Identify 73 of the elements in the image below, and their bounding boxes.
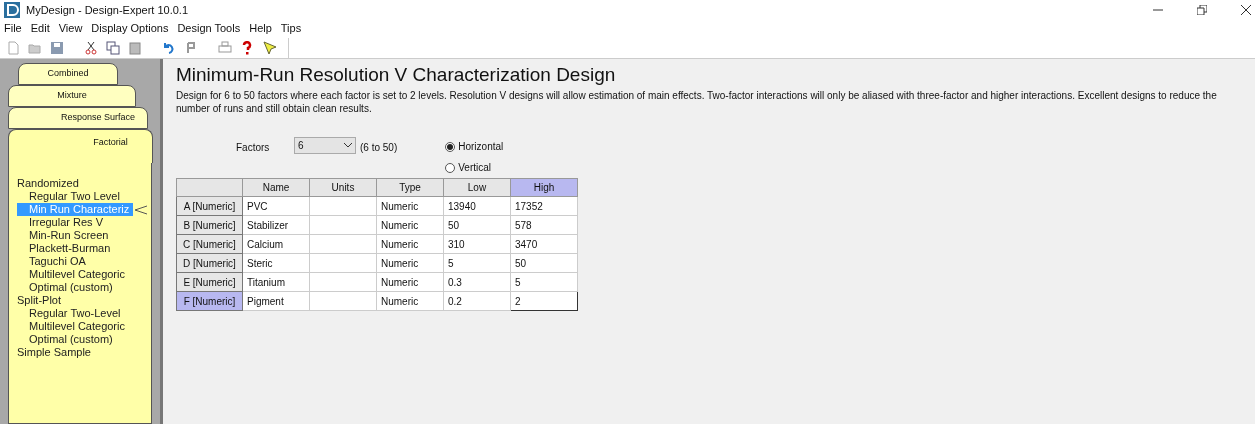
copy-icon[interactable] bbox=[106, 40, 120, 55]
table-cell: 0.3 bbox=[443, 272, 511, 292]
close-icon[interactable] bbox=[1241, 5, 1251, 15]
table-cell: 0.2 bbox=[443, 291, 511, 311]
radio-button[interactable]: Horizontal bbox=[445, 139, 504, 154]
table-cell: 50 bbox=[510, 253, 578, 273]
sidebar-item[interactable]: Irregular Res V bbox=[17, 216, 149, 229]
sidebar-item[interactable]: Randomized bbox=[17, 177, 149, 190]
corner-header bbox=[176, 178, 243, 197]
window-title: MyDesign - Design-Expert 10.0.1 bbox=[26, 2, 188, 18]
table-cell: Numeric bbox=[376, 196, 444, 216]
table-cell: PVC bbox=[242, 196, 310, 216]
table-cell: Numeric bbox=[376, 253, 444, 273]
table-cell: Numeric bbox=[376, 234, 444, 254]
table-cell: 310 bbox=[443, 234, 511, 254]
sidebar-item[interactable]: Optimal (custom) bbox=[17, 281, 149, 294]
column-header[interactable]: Name bbox=[242, 178, 310, 197]
tab[interactable]: Mixture bbox=[8, 85, 136, 107]
sidebar-item[interactable]: Split-Plot bbox=[17, 294, 149, 307]
sidebar-item[interactable]: Multilevel Categoric bbox=[17, 268, 149, 281]
sidebar-item[interactable]: Plackett-Burman bbox=[17, 242, 149, 255]
cut-icon[interactable] bbox=[84, 40, 98, 55]
pointer-help-icon[interactable] bbox=[262, 40, 276, 55]
radio-button[interactable]: Vertical bbox=[445, 160, 504, 175]
table-cell: Calcium bbox=[242, 234, 310, 254]
undo-icon[interactable] bbox=[162, 40, 176, 55]
help-icon[interactable] bbox=[240, 40, 254, 55]
table-cell: 5 bbox=[443, 253, 511, 273]
table-cell: 578 bbox=[510, 215, 578, 235]
tab[interactable]: Combined bbox=[18, 63, 118, 85]
input-field[interactable]: 2 bbox=[510, 291, 578, 311]
description-text: Design for 6 to 50 factors where each factor is set to 2 levels. Resolution V designs will allow estimation of main effects. Two-factor interactions will only be aliased with three-factor and higher interactions. Excellent designs to reduce the number of runs and still obtain clean results. bbox=[176, 89, 1218, 115]
tab[interactable]: Response Surface bbox=[8, 107, 148, 129]
table-cell: Numeric bbox=[376, 272, 444, 292]
sidebar-item[interactable]: Regular Two Level bbox=[17, 190, 149, 203]
table-cell: 13940 bbox=[443, 196, 511, 216]
sidebar-item[interactable]: Taguchi OA bbox=[17, 255, 149, 268]
factors-range: (6 to 50) bbox=[360, 141, 398, 155]
sidebar-item[interactable]: Regular Two-Level bbox=[17, 307, 149, 320]
column-header[interactable]: Low bbox=[443, 178, 511, 197]
factors-label: Factors bbox=[236, 141, 271, 155]
app-icon bbox=[4, 2, 20, 18]
sidebar-item[interactable]: Multilevel Categoric bbox=[17, 320, 149, 333]
table-cell: 17352 bbox=[510, 196, 578, 216]
factors-dropdown[interactable]: 6 bbox=[294, 137, 356, 154]
page-heading: Minimum-Run Resolution V Characterization Design bbox=[176, 63, 617, 87]
table-cell: Steric bbox=[242, 253, 310, 273]
table-cell: Numeric bbox=[376, 215, 444, 235]
table-cell: Numeric bbox=[376, 291, 444, 311]
tab[interactable]: Factorial bbox=[8, 129, 153, 163]
restore-icon[interactable] bbox=[1197, 5, 1207, 15]
column-header[interactable]: Type bbox=[376, 178, 444, 197]
menu-item[interactable]: File bbox=[4, 20, 22, 37]
table-cell: Pigment bbox=[242, 291, 310, 311]
menu-item[interactable]: Edit bbox=[30, 20, 50, 37]
column-header[interactable]: Units bbox=[309, 178, 377, 197]
menu-item[interactable]: Help bbox=[249, 20, 272, 37]
sidebar-item[interactable]: Simple Sample bbox=[17, 346, 149, 359]
table-cell: 50 bbox=[443, 215, 511, 235]
table-cell: Stabilizer bbox=[242, 215, 310, 235]
save-icon[interactable] bbox=[50, 40, 64, 55]
column-header[interactable]: High bbox=[510, 178, 578, 197]
print-icon[interactable] bbox=[218, 40, 232, 55]
menu-item[interactable]: Tips bbox=[280, 20, 302, 37]
menu-item[interactable]: View bbox=[58, 20, 83, 37]
menu-item[interactable]: Display Options bbox=[91, 20, 169, 37]
table-cell: 3470 bbox=[510, 234, 578, 254]
chevron-down-icon bbox=[344, 143, 352, 148]
menu-item[interactable]: Design Tools bbox=[177, 20, 241, 37]
sidebar-item[interactable]: Optimal (custom) bbox=[17, 333, 149, 346]
table-cell: Titanium bbox=[242, 272, 310, 292]
table-cell: 5 bbox=[510, 272, 578, 292]
sidebar-item[interactable]: Min-Run Screen bbox=[17, 229, 149, 242]
